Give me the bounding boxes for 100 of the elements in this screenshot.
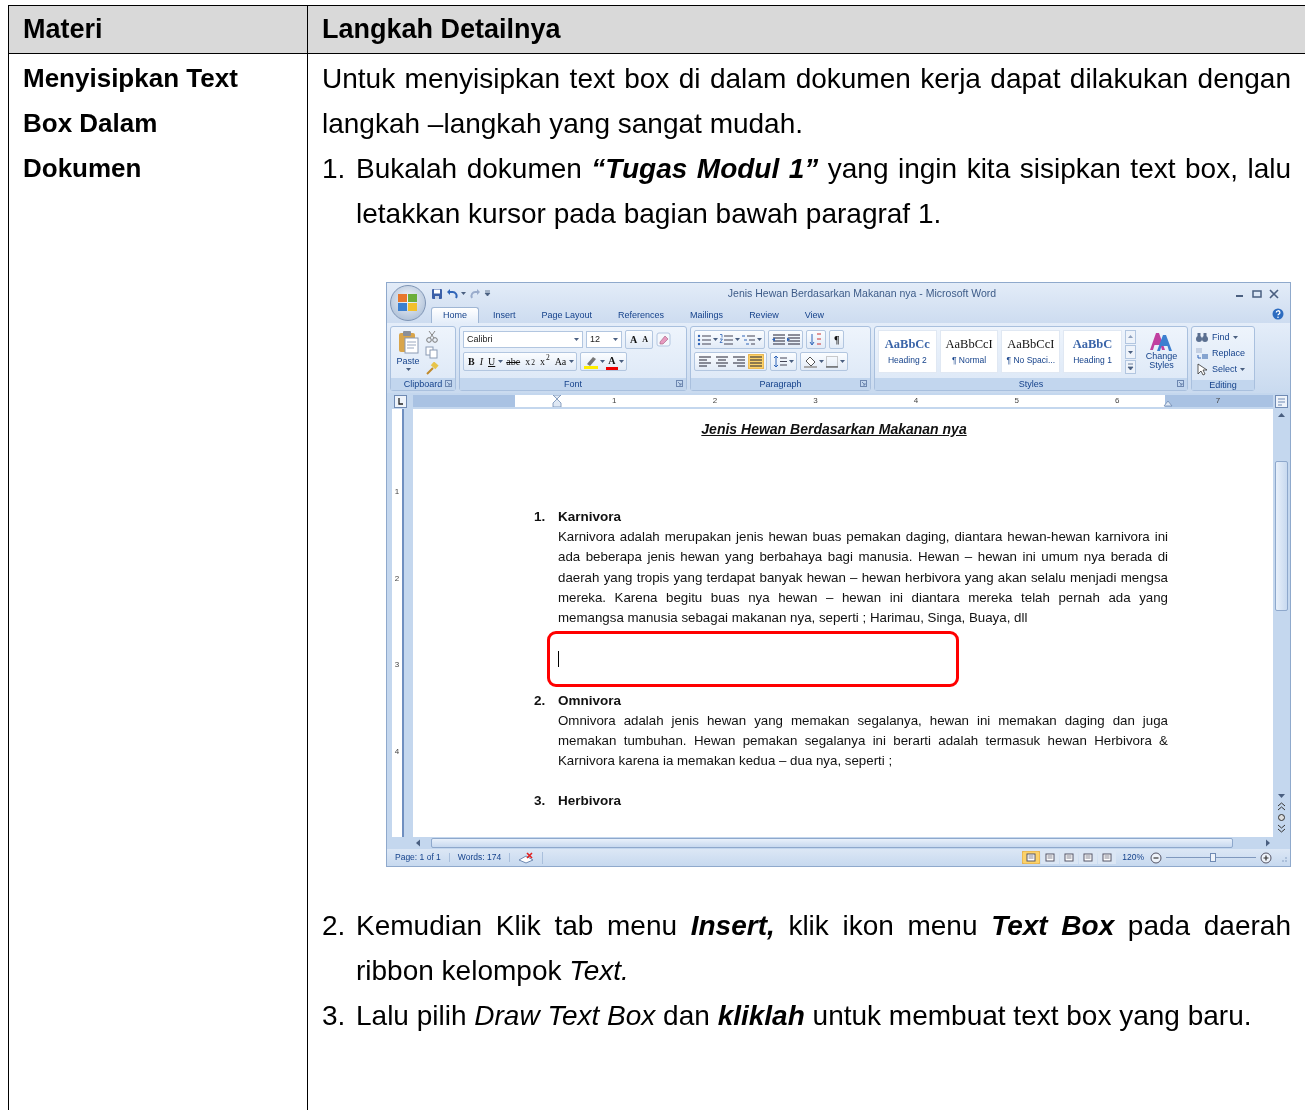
ribbon-tab[interactable]: View <box>792 306 836 323</box>
ribbon-tab[interactable]: Insert <box>481 306 528 323</box>
caret-icon[interactable] <box>713 338 718 341</box>
draft-icon[interactable] <box>1098 851 1117 864</box>
font-size-field[interactable]: 12 <box>586 331 622 348</box>
scroll-down-icon[interactable] <box>1276 792 1287 800</box>
format-button[interactable]: x$^{2}$ <box>537 353 552 370</box>
caret-icon[interactable] <box>461 292 466 295</box>
zoom-level[interactable]: 120% <box>1116 852 1150 863</box>
multilevel-list-icon[interactable] <box>741 333 756 346</box>
paste-button[interactable]: Paste <box>394 330 422 375</box>
caret-icon[interactable] <box>1232 336 1238 339</box>
next-page-icon[interactable] <box>1277 824 1286 833</box>
ribbon-tab[interactable]: Review <box>737 306 791 323</box>
format-button[interactable]: U <box>486 353 498 370</box>
format-button[interactable]: I <box>477 353 485 370</box>
reading-layout-icon[interactable] <box>1041 851 1060 864</box>
format-button[interactable]: B <box>466 353 477 370</box>
style-tile[interactable]: AaBbC Heading 1 <box>1063 330 1122 373</box>
align-right-icon[interactable] <box>731 354 747 369</box>
previous-page-icon[interactable] <box>1277 802 1286 811</box>
caret-icon[interactable] <box>600 360 606 363</box>
step-text: Lalu pilih Draw Text Box dan kliklah untuk membuat text box yang baru. <box>356 999 1253 1033</box>
caret-icon[interactable] <box>757 338 762 341</box>
align-center-icon[interactable] <box>714 354 730 369</box>
gallery-down-icon[interactable] <box>1124 345 1136 359</box>
caret-icon[interactable] <box>819 360 824 363</box>
scrollbar-thumb[interactable] <box>431 838 1233 848</box>
indent-marker-icon[interactable] <box>552 395 562 407</box>
highlighter-icon[interactable] <box>583 354 600 369</box>
caret-icon[interactable] <box>569 360 575 363</box>
editing-button[interactable]: Select <box>1195 362 1246 377</box>
bullet-list-icon[interactable] <box>697 333 712 346</box>
caret-icon[interactable] <box>574 338 579 341</box>
format-button[interactable]: abe <box>504 353 523 370</box>
outline-icon[interactable] <box>1079 851 1098 864</box>
ruler-toggle-icon[interactable] <box>1275 394 1288 408</box>
dialog-launcher-icon[interactable] <box>445 380 452 387</box>
replace-icon <box>1195 347 1209 360</box>
scrollbar-thumb[interactable] <box>1275 461 1288 611</box>
tab-selector-icon[interactable] <box>393 394 407 408</box>
ruler-number: 2 <box>393 573 401 585</box>
caret-icon[interactable] <box>1240 368 1245 371</box>
ribbon-tab[interactable]: Home <box>431 306 479 323</box>
gallery-more-icon[interactable] <box>1124 360 1136 374</box>
align-left-icon[interactable] <box>697 354 713 369</box>
column-header: Materi <box>9 6 308 54</box>
sort-icon[interactable] <box>809 333 823 346</box>
zoom-slider[interactable] <box>1166 853 1256 862</box>
caret-icon[interactable] <box>405 368 411 372</box>
help-icon[interactable] <box>1272 308 1284 320</box>
dialog-launcher-icon[interactable] <box>1177 380 1184 387</box>
undo-icon[interactable] <box>446 287 458 300</box>
slider-thumb[interactable] <box>1209 853 1216 862</box>
increase-indent-icon[interactable] <box>786 333 800 346</box>
spelling-check-icon[interactable] <box>518 851 535 864</box>
zoom-in-icon[interactable] <box>1260 851 1272 864</box>
style-tile[interactable]: AaBbCc Heading 2 <box>878 330 937 373</box>
zoom-out-icon[interactable] <box>1150 851 1162 864</box>
ribbon-tab[interactable]: Page Layout <box>529 306 605 323</box>
caret-icon[interactable] <box>618 360 624 363</box>
dialog-launcher-icon[interactable] <box>676 380 683 387</box>
eraser-icon[interactable] <box>656 332 671 347</box>
borders-icon[interactable] <box>825 355 839 368</box>
paint-bucket-icon[interactable] <box>803 355 818 368</box>
format-button[interactable]: Aa <box>552 353 569 370</box>
format-button[interactable]: x$_{2}$ <box>523 353 537 370</box>
justify-icon[interactable] <box>748 354 764 369</box>
grow-font-button[interactable]: A <box>628 331 640 348</box>
browse-object-icon[interactable] <box>1277 813 1286 822</box>
customize-toolbar-icon[interactable] <box>484 290 491 297</box>
dialog-launcher-icon[interactable] <box>860 380 867 387</box>
caret-icon[interactable] <box>840 360 845 363</box>
style-tile[interactable]: AaBbCcI ¶ No Spaci... <box>1001 330 1061 373</box>
ribbon-tab[interactable]: References <box>606 306 677 323</box>
print-layout-icon[interactable] <box>1022 851 1041 864</box>
maximize-icon[interactable] <box>1250 288 1264 299</box>
office-button[interactable] <box>390 285 426 321</box>
list-number: 2. <box>534 691 547 710</box>
style-tile[interactable]: AaBbCcI ¶ Normal <box>939 330 999 373</box>
change-styles-button[interactable]: Change Styles <box>1138 330 1184 375</box>
caret-icon[interactable] <box>789 360 794 363</box>
font-name-field[interactable]: Calibri <box>463 331 583 348</box>
caret-icon[interactable] <box>735 338 740 341</box>
numbered-list-icon[interactable] <box>719 333 734 346</box>
caret-icon[interactable] <box>613 338 618 341</box>
save-icon[interactable] <box>431 287 443 300</box>
decrease-indent-icon[interactable] <box>771 333 785 346</box>
brush-icon[interactable] <box>425 362 439 375</box>
web-layout-icon[interactable] <box>1060 851 1079 864</box>
editing-button[interactable]: Find <box>1195 330 1246 345</box>
word-count: Words: 174 <box>449 852 511 863</box>
editing-button[interactable]: Replace <box>1195 346 1246 361</box>
scroll-up-icon[interactable] <box>1276 411 1287 419</box>
line-spacing-icon[interactable] <box>773 355 788 368</box>
close-icon[interactable] <box>1267 288 1281 299</box>
scissors-icon[interactable] <box>425 330 439 343</box>
caret-icon[interactable] <box>498 360 504 363</box>
ribbon-tab[interactable]: Mailings <box>678 306 736 323</box>
shrink-font-button[interactable]: A <box>640 331 650 348</box>
